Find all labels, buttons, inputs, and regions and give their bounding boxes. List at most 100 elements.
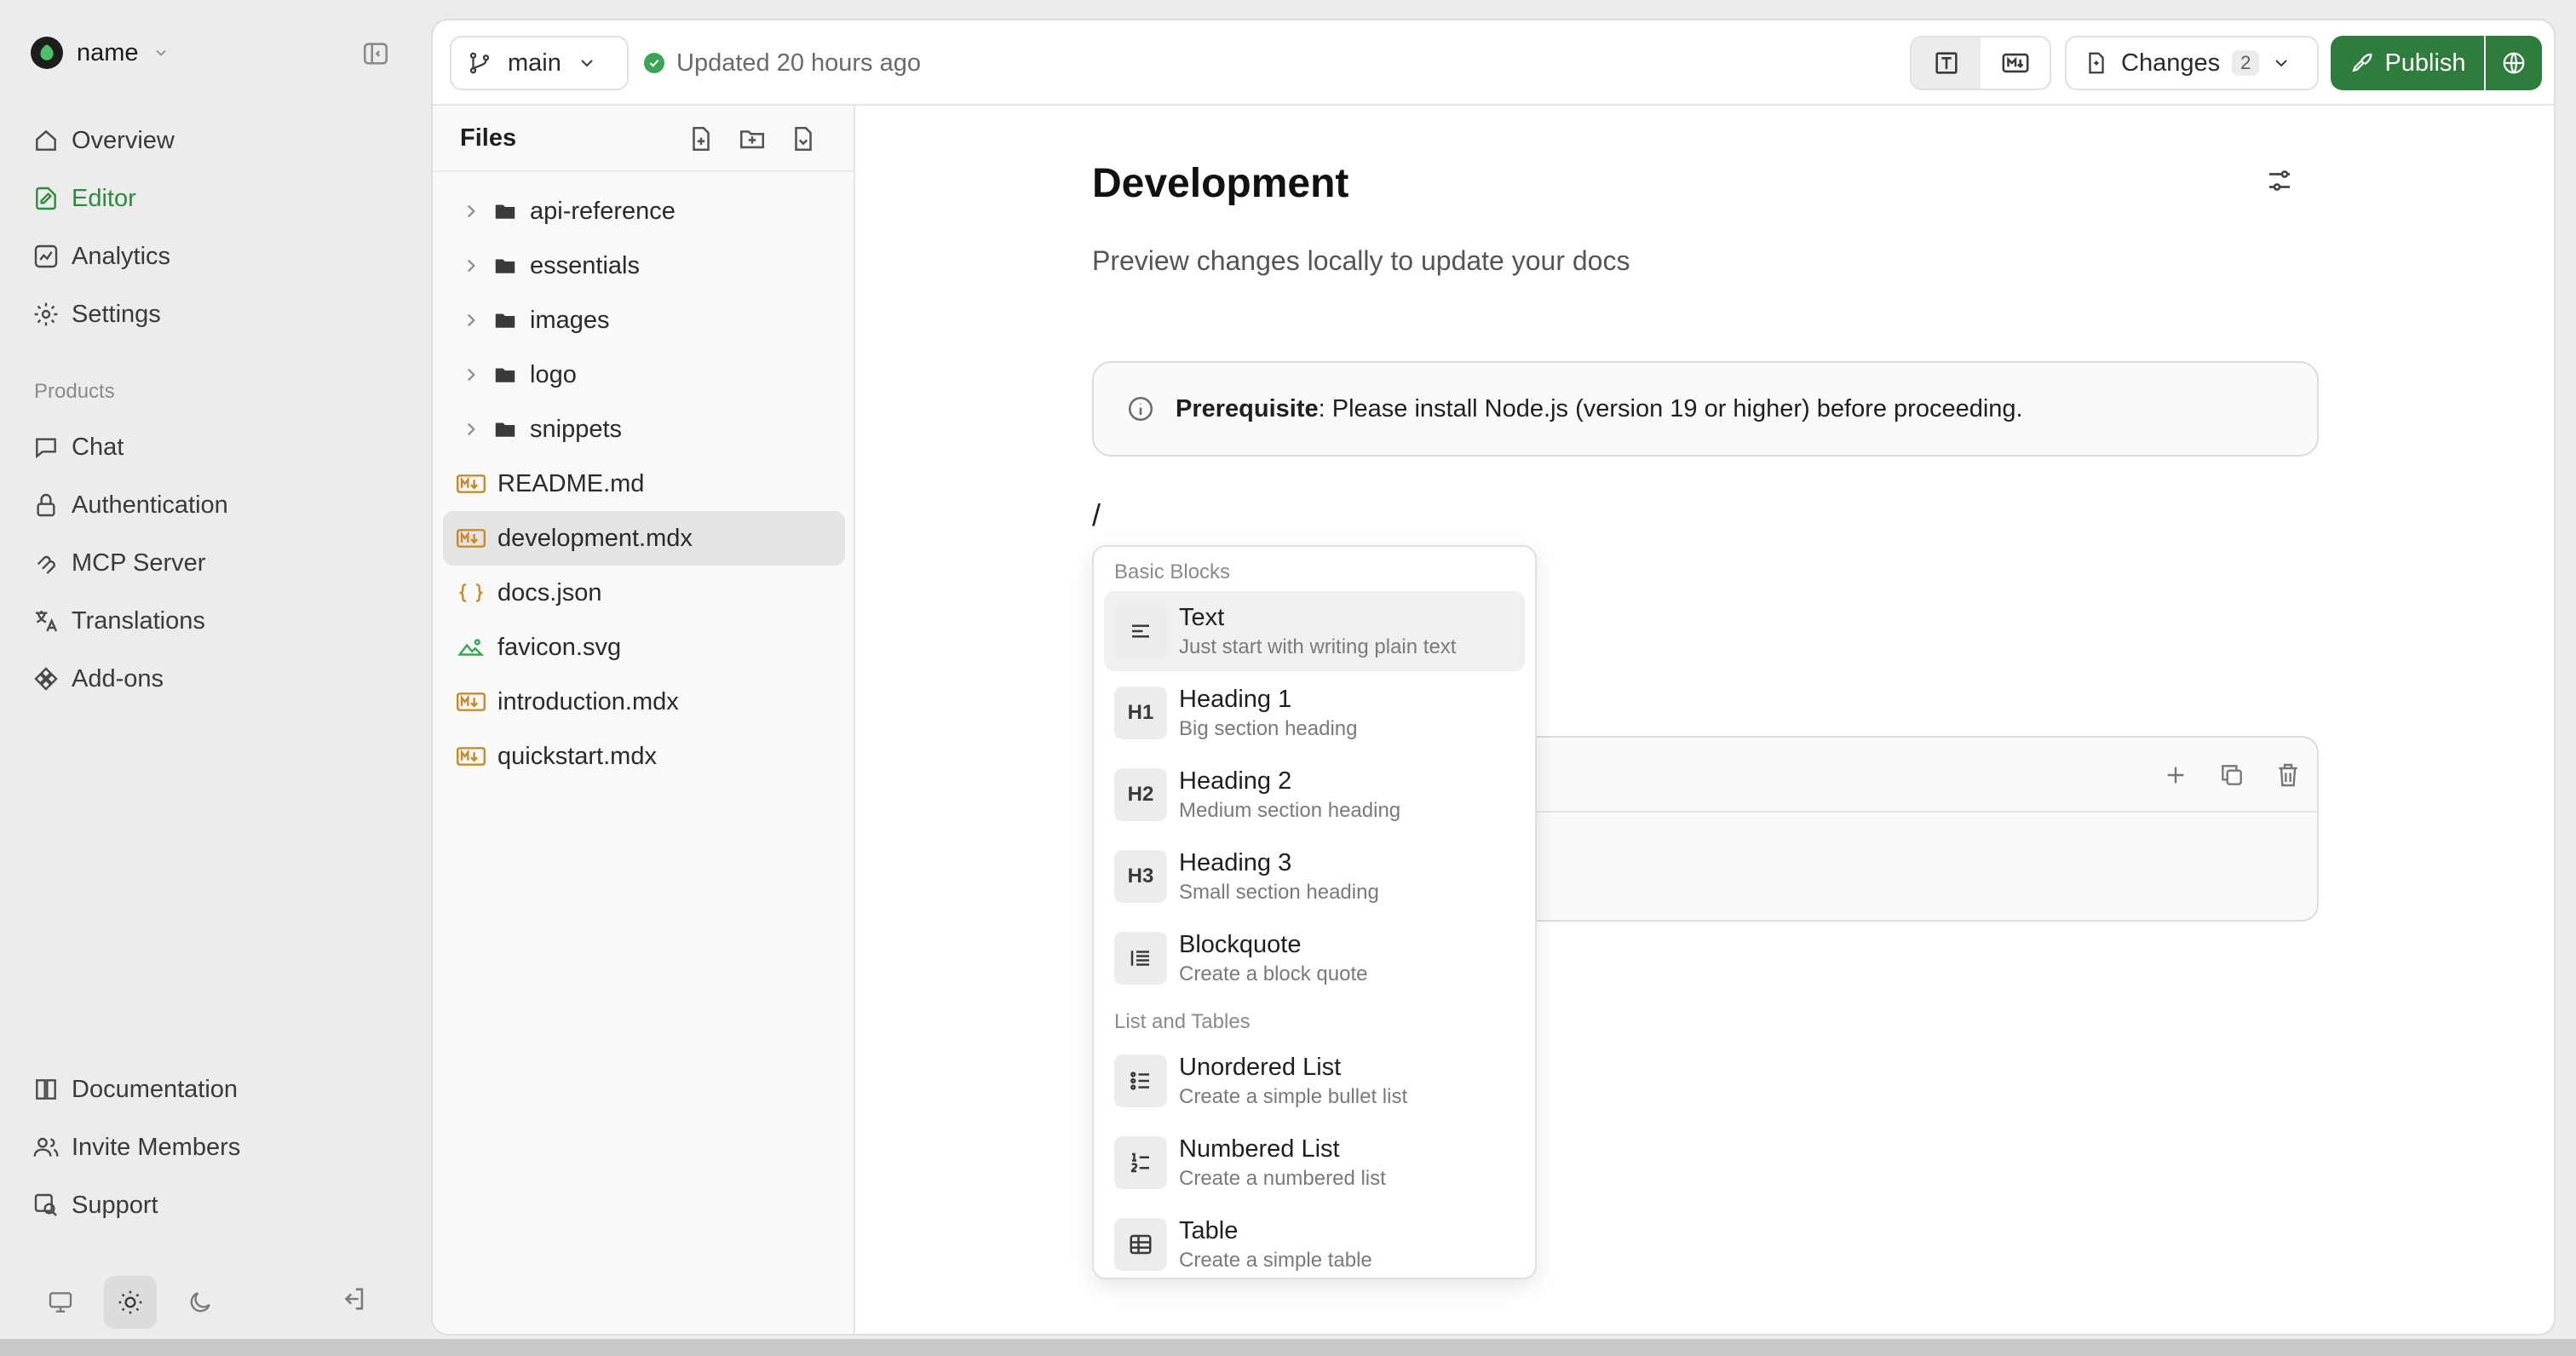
info-icon [1126,394,1155,423]
file-quickstart-mdx[interactable]: quickstart.mdx [443,729,845,784]
file-name: README.md [497,470,644,498]
changes-label: Changes [2121,49,2220,78]
nav-item-settings[interactable]: Settings [32,291,161,337]
nav-item-authentication[interactable]: Authentication [32,482,228,528]
org-logo [31,37,63,69]
changes-dropdown[interactable]: Changes 2 [2065,36,2319,90]
nav-item-analytics[interactable]: Analytics [32,233,170,279]
support-icon [32,1192,60,1219]
menu-item-numbered-list[interactable]: Numbered ListCreate a numbered list [1104,1123,1525,1203]
sidebar: name Overview Editor Analytics Settings … [0,0,431,1356]
domain-button[interactable] [2486,36,2542,90]
image-file-icon [457,635,486,660]
file-favicon-svg[interactable]: favicon.svg [443,620,845,675]
folder-snippets[interactable]: snippets [443,402,845,457]
light-theme-button[interactable] [104,1276,157,1329]
nav-item-invite-members[interactable]: Invite Members [32,1124,240,1170]
folder-icon [492,253,518,279]
nav-item-support[interactable]: Support [32,1182,158,1228]
slash-command-text[interactable]: / [1092,497,1101,533]
collapse-sidebar-icon[interactable] [361,39,390,68]
folder-icon [492,362,518,388]
page-settings-icon[interactable] [2264,165,2295,196]
markdown-file-icon [457,689,486,715]
status-text: Updated 20 hours ago [676,49,921,78]
nav-item-overview[interactable]: Overview [32,118,175,164]
nav-item-mcp-server[interactable]: MCP Server [32,540,205,586]
nav-label: Support [72,1192,158,1220]
new-file-icon[interactable] [687,124,716,153]
logout-icon[interactable] [339,1284,368,1313]
menu-item-subtitle: Create a block quote [1179,962,1367,986]
menu-item-title: Text [1179,604,1456,632]
trash-icon[interactable] [2274,761,2302,789]
files-panel: Files api-reference essentials imag [433,106,855,1336]
globe-icon [2501,50,2527,76]
chevron-right-icon [460,364,482,386]
nav-item-documentation[interactable]: Documentation [32,1066,238,1112]
system-theme-button[interactable] [34,1276,87,1329]
menu-item-subtitle: Small section heading [1179,881,1379,905]
menu-group-label: Basic Blocks [1114,560,1230,584]
publish-label: Publish [2384,49,2465,78]
menu-item-unordered-list[interactable]: Unordered ListCreate a simple bullet lis… [1104,1041,1525,1121]
menu-item-heading-1[interactable]: H1 Heading 1Big section heading [1104,673,1525,753]
nav-item-chat[interactable]: Chat [32,424,124,470]
moon-icon [187,1289,214,1316]
git-branch-icon [467,50,492,76]
markdown-mode-button[interactable] [1981,37,2050,89]
sun-icon [117,1289,144,1316]
markdown-file-icon [457,526,486,551]
callout-text: Prerequisite: Please install Node.js (ve… [1176,395,2023,423]
users-icon [32,1134,60,1161]
nav-label: Analytics [72,243,170,271]
file-introduction-mdx[interactable]: introduction.mdx [443,675,845,729]
file-changes-icon [2084,50,2109,76]
file-development-mdx[interactable]: development.mdx [443,511,845,566]
branch-selector[interactable]: main [450,36,629,90]
menu-item-table[interactable]: TableCreate a simple table [1104,1204,1525,1279]
file-readme[interactable]: README.md [443,457,845,511]
new-folder-icon[interactable] [738,124,767,153]
menu-item-blockquote[interactable]: BlockquoteCreate a block quote [1104,918,1525,998]
nav-item-editor[interactable]: Editor [32,175,136,221]
nav-item-translations[interactable]: Translations [32,598,205,644]
book-icon [32,1076,60,1103]
menu-item-heading-2[interactable]: H2 Heading 2Medium section heading [1104,755,1525,835]
page-description[interactable]: Preview changes locally to update your d… [1092,245,1630,277]
files-header: Files [433,106,854,172]
menu-item-subtitle: Medium section heading [1179,799,1400,823]
nav-label: Documentation [72,1076,238,1104]
copy-icon[interactable] [2218,761,2245,789]
callout-body: : Please install Node.js (version 19 or … [1319,395,2023,422]
dark-theme-button[interactable] [174,1276,227,1329]
plus-icon[interactable] [2162,761,2189,789]
changes-count-badge: 2 [2232,50,2259,76]
visual-mode-button[interactable] [1912,37,1981,89]
menu-item-heading-3[interactable]: H3 Heading 3Small section heading [1104,836,1525,916]
org-switcher[interactable]: name [31,32,170,73]
chevron-right-icon [460,418,482,440]
files-title: Files [460,124,516,152]
folder-api-reference[interactable]: api-reference [443,184,845,238]
folder-essentials[interactable]: essentials [443,238,845,293]
chat-icon [32,434,60,461]
folder-logo[interactable]: logo [443,348,845,402]
nav-label: Chat [72,434,124,462]
menu-item-text[interactable]: TextJust start with writing plain text [1104,591,1525,671]
chevron-down-icon [2271,53,2291,73]
folder-images[interactable]: images [443,293,845,348]
publish-button[interactable]: Publish [2331,36,2484,90]
numbered-list-icon [1114,1136,1167,1189]
import-file-icon[interactable] [789,124,818,153]
file-name: introduction.mdx [497,688,679,716]
chevron-down-icon [152,44,170,61]
slash-command-menu: Basic Blocks TextJust start with writing… [1092,545,1537,1279]
folder-icon [492,417,518,442]
file-docs-json[interactable]: docs.json [443,566,845,620]
nav-item-add-ons[interactable]: Add-ons [32,656,164,702]
prerequisite-callout[interactable]: Prerequisite: Please install Node.js (ve… [1092,361,2319,457]
page-title[interactable]: Development [1092,160,1348,207]
nav-label: Overview [72,127,175,155]
analytics-icon [32,243,60,270]
